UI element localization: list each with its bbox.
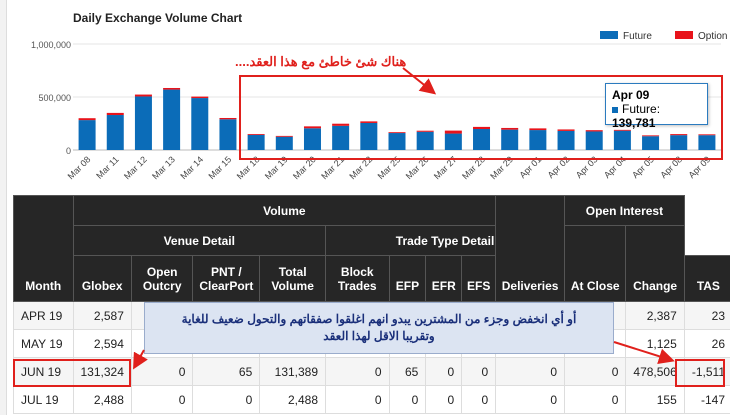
jun19-month-highlight [13, 359, 131, 387]
col-total-volume[interactable]: Total Volume [259, 255, 327, 302]
group-open-interest: Open Interest [564, 195, 685, 226]
cell-efr: 0 [425, 385, 463, 414]
col-pnt-clearport[interactable]: PNT / ClearPort [192, 255, 261, 302]
legend-label: Option [698, 31, 727, 42]
legend-swatch [675, 31, 693, 39]
col-tas[interactable]: TAS [683, 255, 730, 302]
cell-change: 26 [683, 329, 730, 358]
cell-change: -147 [683, 385, 730, 414]
bar-future [78, 120, 96, 150]
cell-efp: 0 [388, 385, 427, 414]
cell-deliveries: 0 [564, 385, 627, 414]
jun19-change-highlight [675, 359, 725, 387]
x-tick-label: Mar 11 [94, 154, 120, 180]
cell-pnt: 0 [192, 385, 261, 414]
callout-line-1: أو أي انخفض وجزء من المشترين يبدو انهم ا… [181, 312, 577, 326]
bar-option [191, 96, 209, 99]
col-change[interactable]: Change [625, 225, 685, 302]
cell-globex: 2,587 [72, 301, 132, 330]
x-tick-label: Mar 14 [178, 154, 205, 181]
col-open-outcry[interactable]: Open Outcry [130, 255, 194, 302]
chart-highlight-box [239, 75, 723, 160]
cell-efp: 65 [388, 357, 427, 386]
cell-efs: 0 [461, 385, 497, 414]
bar-option [163, 87, 181, 90]
legend-swatch [600, 31, 618, 39]
cell-at-close: 2,387 [625, 301, 685, 330]
y-tick-label: 0 [66, 146, 71, 156]
col-block-trades[interactable]: Block Trades [325, 255, 390, 302]
cell-at-close: 155 [625, 385, 685, 414]
bar-future [134, 96, 152, 150]
cell-total: 131,389 [259, 357, 327, 386]
col-efs[interactable]: EFS [461, 255, 497, 302]
chart-panel: Daily Exchange Volume Chart 0 500,000 1,00… [6, 0, 730, 415]
cell-deliveries: 0 [564, 357, 627, 386]
x-tick-label: Mar 15 [206, 154, 233, 181]
bar-future [163, 89, 181, 150]
cell-pnt: 65 [192, 357, 261, 386]
y-tick-label: 500,000 [38, 93, 71, 103]
chart-annotation: هناك شئ خاطئ مع هذا العقد.... [235, 54, 407, 69]
cell-tas: 0 [495, 357, 566, 386]
group-trade-type: Trade Type Detail [325, 225, 566, 256]
cell-month: JUL 19 [13, 385, 74, 414]
x-tick-label: Mar 13 [150, 154, 177, 181]
col-at-close[interactable]: At Close [564, 225, 627, 302]
cell-tas: 0 [495, 385, 566, 414]
bar-future [106, 115, 124, 150]
col-globex[interactable]: Globex [72, 255, 132, 302]
bar-future [191, 98, 209, 150]
col-efp[interactable]: EFP [388, 255, 427, 302]
cell-month: MAY 19 [13, 329, 74, 358]
legend-label: Future [623, 31, 652, 42]
cell-efr: 0 [425, 357, 463, 386]
cell-open-outcry: 0 [130, 357, 194, 386]
group-volume: Volume [72, 195, 497, 226]
col-month[interactable]: Month [13, 195, 74, 302]
bar-option [134, 94, 152, 97]
table-row: JUL 19 2,488 0 0 2,488 0 0 0 0 0 0 155 -… [13, 385, 730, 414]
cell-block: 0 [325, 385, 390, 414]
cell-month: APR 19 [13, 301, 74, 330]
cell-globex: 2,594 [72, 329, 132, 358]
bar-option [219, 117, 237, 120]
cell-block: 0 [325, 357, 390, 386]
table-annotation-callout: أو أي انخفض وجزء من المشترين يبدو انهم ا… [144, 302, 614, 354]
cell-change: 23 [683, 301, 730, 330]
callout-line-2: وتقريبا الاقل لهذا العقد [323, 329, 435, 343]
cell-globex: 2,488 [72, 385, 132, 414]
bar-option [106, 112, 124, 116]
x-tick-label: Mar 12 [122, 154, 149, 181]
x-tick-label: Mar 08 [66, 154, 93, 181]
group-venue-detail: Venue Detail [72, 225, 327, 256]
cell-total: 2,488 [259, 385, 327, 414]
bar-option [78, 118, 96, 121]
cell-open-outcry: 0 [130, 385, 194, 414]
cell-efs: 0 [461, 357, 497, 386]
col-efr[interactable]: EFR [425, 255, 463, 302]
bar-future [219, 119, 237, 150]
y-tick-label: 1,000,000 [31, 40, 71, 50]
cell-at-close: 1,125 [625, 329, 685, 358]
